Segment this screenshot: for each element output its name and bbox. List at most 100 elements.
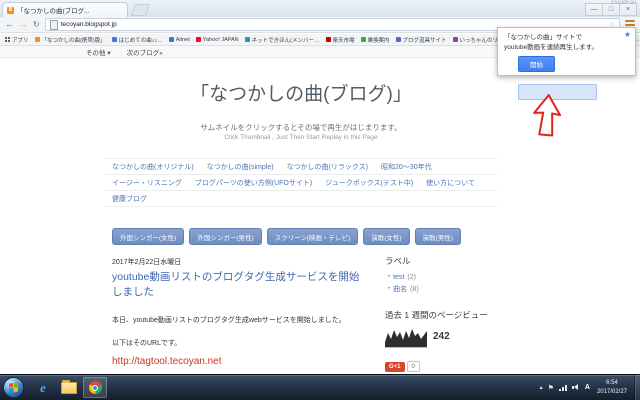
reload-icon[interactable]: ↻	[33, 21, 40, 29]
taskbar-explorer-icon[interactable]	[57, 377, 81, 398]
blog-pages-nav: なつかしの曲(オリジナル) なつかしの曲(simple) なつかしの曲(リラック…	[105, 158, 497, 207]
nav-link[interactable]: ジュークボックス(テスト中)	[325, 178, 413, 188]
label-link[interactable]: 曲名	[393, 284, 407, 294]
category-tab[interactable]: 外国シンガー(男性)	[189, 228, 261, 245]
bookmark-item[interactable]: 楽天市場	[326, 36, 355, 44]
volume-icon[interactable]	[572, 384, 580, 391]
category-tab[interactable]: 演歌(男性)	[415, 228, 461, 245]
gplus-button[interactable]: G+1	[385, 362, 405, 372]
pages-nav-row-2: イージー・リスニング ブログパーツの使い方例(UFOサイト) ジュークボックス(…	[105, 174, 497, 190]
bookmark-item[interactable]: 乗換案内	[361, 36, 390, 44]
clock-time: 6:54	[597, 379, 627, 387]
bullet-icon: •	[388, 286, 390, 292]
chrome-icon	[89, 381, 102, 394]
taskbar-chrome-icon[interactable]	[83, 377, 107, 398]
bookmark-item[interactable]: ブログ道具サイト	[396, 36, 447, 44]
label-item: • 曲名 (8)	[388, 283, 419, 295]
action-center-flag-icon[interactable]: ⚑	[548, 384, 554, 392]
pageviews-count: 242	[433, 331, 450, 342]
back-icon[interactable]: ←	[5, 20, 14, 29]
label-count: (2)	[407, 274, 416, 281]
browser-titlebar: B 「なつかしの曲(ブログ... — □ ×	[0, 0, 640, 18]
star-icon[interactable]: ★	[624, 30, 631, 39]
screen: 「なつかしの曲(ブログ)」 サムネイルをクリックするとその場で再生がはじまります…	[0, 0, 640, 400]
gplus-count: 0	[407, 361, 420, 372]
start-button[interactable]	[3, 377, 24, 398]
label-link[interactable]: test	[393, 274, 404, 281]
notification-text-line-1: 「なつかしの曲」サイトで	[504, 33, 629, 43]
category-tabs: 外国シンガー(女性) 外国シンガー(男性) スクリーン(映画・テレビ) 演歌(女…	[112, 228, 461, 245]
favicon	[453, 37, 458, 42]
label-count: (8)	[410, 286, 419, 293]
category-tab[interactable]: 演歌(女性)	[363, 228, 409, 245]
favicon	[112, 37, 117, 42]
tray-expand-icon[interactable]: ▴	[540, 384, 543, 391]
bookmark-item[interactable]: Aitnet	[169, 37, 190, 43]
clock-date: 2017/02/27	[597, 388, 627, 396]
bookmark-item[interactable]: はじめての曲♪♪…	[112, 36, 163, 44]
pages-nav-row-1: なつかしの曲(オリジナル) なつかしの曲(simple) なつかしの曲(リラック…	[105, 158, 497, 174]
nav-link[interactable]: なつかしの曲(リラックス)	[287, 162, 368, 172]
chevron-down-icon: ▾	[107, 50, 110, 57]
navbar-more-link[interactable]: その他 ▾	[86, 47, 111, 57]
post-date: 2017年2月22日水曜日	[112, 257, 181, 267]
post-url-link[interactable]: http://tagtool.tecoyan.net	[112, 356, 222, 367]
label-item: • test (2)	[388, 271, 419, 283]
annotation-arrow-icon	[528, 91, 566, 140]
blog-subtitle-jp: サムネイルをクリックするとその場で再生がはじまります。	[105, 122, 497, 133]
blog-title: 「なつかしの曲(ブログ)」	[105, 79, 497, 106]
nav-link[interactable]: なつかしの曲(simple)	[207, 162, 274, 172]
gplus-widget: G+1 0	[385, 361, 420, 372]
nav-link[interactable]: イージー・リスニング	[112, 178, 182, 188]
nav-link[interactable]: 昭和20～30年代	[381, 162, 432, 172]
nav-link[interactable]: 使い方について	[426, 178, 475, 188]
favicon	[326, 37, 331, 42]
sidebar-pageviews-heading: 過去 1 週間のページビュー	[385, 309, 497, 321]
playback-notification-popup: ★ 「なつかしの曲」サイトで youtube動画を連続再生します。 開始	[497, 27, 636, 76]
sidebar-labels-list: • test (2) • 曲名 (8)	[388, 271, 419, 295]
category-tab[interactable]: スクリーン(映画・テレビ)	[267, 228, 359, 245]
tab-title: 「なつかしの曲(ブログ...	[17, 5, 90, 15]
system-tray: ▴ ⚑ A 6:54 2017/02/27	[540, 375, 640, 400]
new-tab-button[interactable]	[131, 4, 150, 16]
bookmark-item[interactable]: Yahoo! JAPAN	[196, 37, 239, 43]
favicon	[245, 37, 250, 42]
category-tab[interactable]: 外国シンガー(女性)	[112, 228, 184, 245]
network-icon[interactable]	[559, 385, 567, 391]
windows-logo-icon	[9, 383, 18, 393]
bookmark-apps[interactable]: アプリ	[5, 36, 29, 44]
windows-taskbar: e ▴ ⚑ A 6:54 2017/02/27	[0, 374, 640, 400]
post-title[interactable]: youtube動画リストのブログタグ生成サービスを開始しました	[112, 270, 364, 300]
pageviews-sparkline	[385, 325, 427, 348]
nav-link[interactable]: なつかしの曲(オリジナル)	[112, 162, 194, 172]
post-body-line-1: 本日、youtube動画リストのブログタグ生成webサービスを開始しました。	[112, 315, 374, 325]
notification-text-line-2: youtube動画を連続再生します。	[504, 43, 629, 53]
page-icon	[50, 20, 58, 30]
favicon	[196, 37, 201, 42]
ime-indicator[interactable]: A	[585, 384, 590, 391]
favicon	[396, 37, 401, 42]
forward-icon[interactable]: →	[19, 20, 28, 29]
sidebar-labels-heading: ラベル	[385, 255, 411, 267]
minimize-button[interactable]: —	[585, 3, 603, 16]
favicon	[169, 37, 174, 42]
folder-icon	[61, 382, 77, 394]
bullet-icon: •	[388, 274, 390, 280]
taskbar-clock[interactable]: 6:54 2017/02/27	[597, 379, 627, 396]
post-body-line-2: 以下はそのURLです。	[112, 338, 181, 348]
nav-link[interactable]: 健康ブログ	[112, 194, 147, 204]
apps-grid-icon	[5, 37, 10, 42]
navbar-next-blog-link[interactable]: 次のブログ»	[127, 47, 163, 57]
bookmark-item[interactable]: 「なつかしの曲(携帯)版」	[35, 36, 106, 44]
blog-subtitle-en: Click Thumbnail , Just Then Start Replay…	[105, 134, 497, 141]
show-desktop-button[interactable]	[634, 375, 640, 400]
pages-nav-row-3: 健康ブログ	[105, 190, 497, 207]
browser-tab[interactable]: B 「なつかしの曲(ブログ...	[2, 2, 128, 17]
url-text[interactable]: tecoyan.blogspot.jp	[61, 21, 117, 28]
favicon	[35, 37, 40, 42]
taskbar-ie-icon[interactable]: e	[31, 377, 55, 398]
start-button[interactable]: 開始	[518, 56, 555, 72]
nav-link[interactable]: ブログパーツの使い方例(UFOサイト)	[195, 178, 312, 188]
bookmark-item[interactable]: ネットできほん(メンバー…	[245, 36, 320, 44]
goodfav-watermark: GoodFav	[611, 0, 636, 6]
